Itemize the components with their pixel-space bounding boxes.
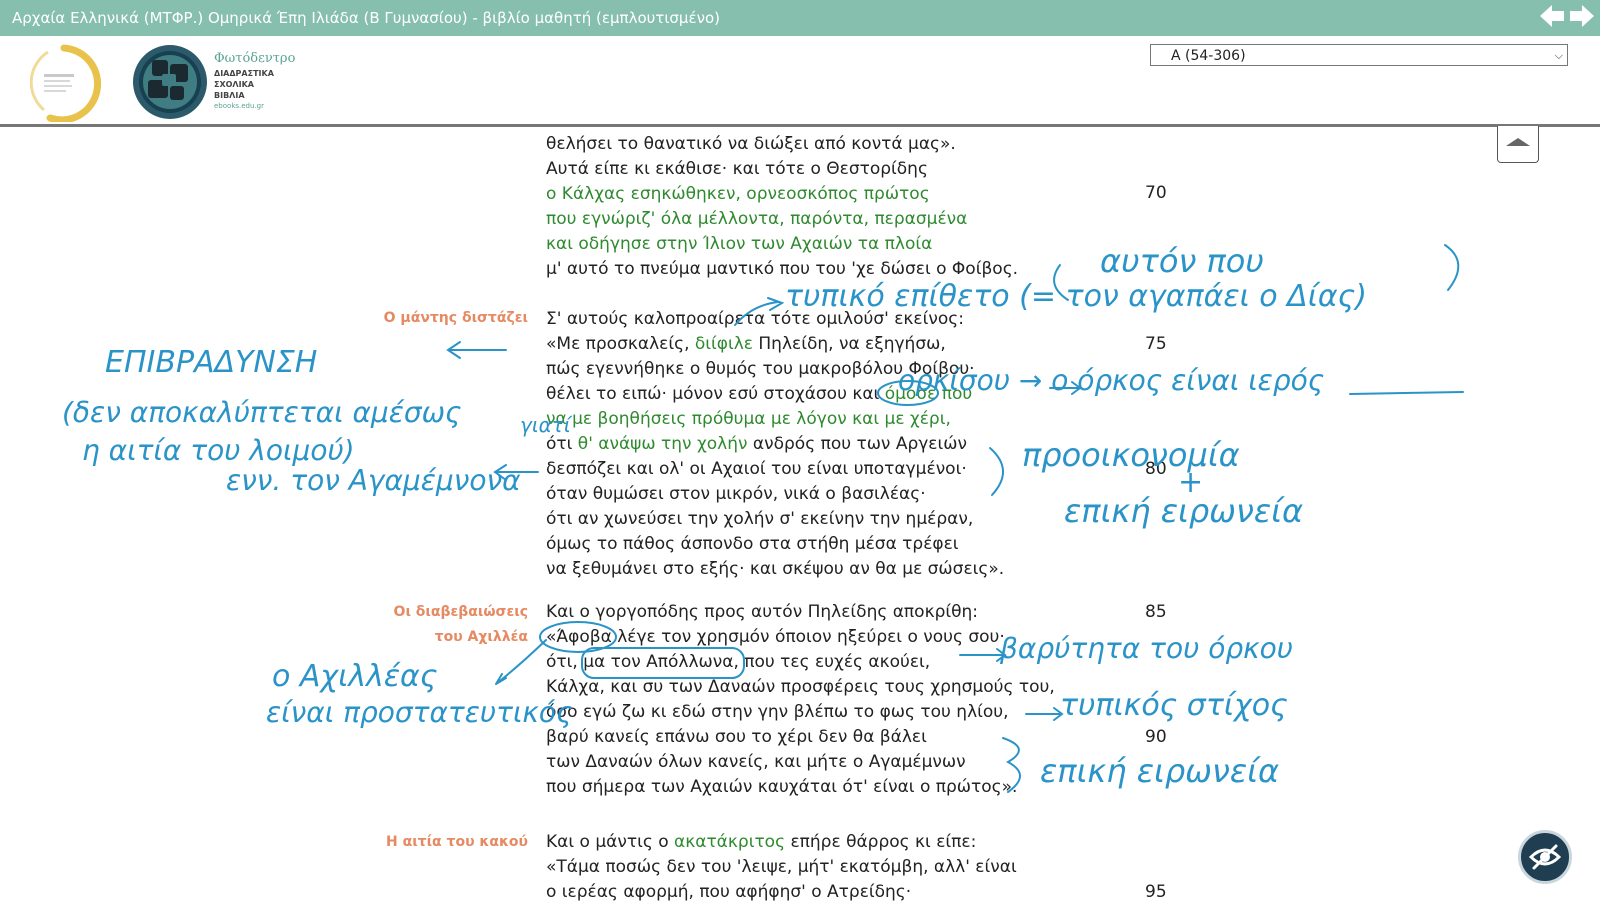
note-text: η αιτία του λοιμού) — [82, 434, 355, 467]
line-number: 80 — [1145, 459, 1167, 479]
verse-line: ο Κάλχας εσηκώθηκεν, ορνεοσκόπος πρώτος — [546, 184, 930, 204]
title-bar: Αρχαία Ελληνικά (ΜΤΦΡ.) Ομηρικά Έπη Ιλιά… — [0, 0, 1600, 36]
paren-stroke — [1053, 264, 1069, 301]
note-text: ο Αχιλλέας — [272, 659, 437, 694]
glossary-term[interactable]: θ' ανάψω την χολήν — [578, 434, 748, 454]
note-text: βαρύτητα του όρκου — [999, 632, 1293, 665]
glossary-term[interactable]: όμοσε που — [885, 384, 972, 404]
brand-url: ebooks.edu.gr — [214, 102, 264, 110]
header: Φωτόδεντρο ΔΙΑΔΡΑΣΤΙΚΑ ΣΧΟΛΙΚΑ ΒΙΒΛΙΑ eb… — [0, 36, 1600, 127]
glossary-term[interactable]: διίφιλε — [695, 334, 753, 354]
verse-line: και οδήγησε στην Ίλιον των Αχαιών τα πλο… — [546, 234, 933, 254]
brand-subtitle: ΔΙΑΔΡΑΣΤΙΚΑ ΣΧΟΛΙΚΑ ΒΙΒΛΙΑ — [214, 68, 295, 101]
side-heading: Οι διαβεβαιώσεις — [393, 604, 528, 620]
verse-line: όσο εγώ ζω κι εδώ στην γην βλέπω το φως … — [546, 702, 1009, 722]
verse-line: μ' αυτό το πνεύμα μαντικό που του 'χε δώ… — [546, 259, 1019, 279]
arrow-stroke — [446, 341, 507, 359]
verse-text: Πηλείδη, να εξηγήσω, — [753, 334, 946, 354]
verse-line: βαρύ κανείς επάνω σου το χέρι δεν θα βάλ… — [546, 727, 927, 747]
note-text: (δεν αποκαλύπτεται αμέσως — [62, 396, 461, 429]
eye-slash-icon — [1528, 844, 1562, 870]
verse-line: θελήσει το θανατικό να διώξει από κοντά … — [546, 134, 956, 154]
verse-text: ότι — [546, 434, 578, 454]
note-text: επική ειρωνεία — [1064, 492, 1303, 530]
verse-line: Κάλχα, και συ των Δαναών προσφέρεις τους… — [546, 677, 1055, 697]
note-text: + — [1178, 465, 1203, 500]
verse-line: «Τάμα ποσώς δεν του 'λειψε, μήτ' εκατόμβ… — [546, 857, 1017, 877]
window-title: Αρχαία Ελληνικά (ΜΤΦΡ.) Ομηρικά Έπη Ιλιά… — [12, 9, 720, 27]
verse-line: που εγνώριζ' όλα μέλλοντα, παρόντα, περα… — [546, 209, 968, 229]
verse-line: πώς εγεννήθηκε ο θυμός του μακροβόλου Φο… — [546, 359, 975, 379]
section-select-value: Α (54-306) — [1171, 48, 1246, 64]
verse-line: δεσπόζει και ολ' οι Αχαιοί του είναι υπο… — [546, 459, 967, 479]
verse-line: ο ιερέας αφορμή, που αφήφησ' ο Ατρείδης· — [546, 882, 912, 902]
line-number: 75 — [1145, 334, 1167, 354]
line-number: 70 — [1145, 183, 1167, 203]
triangle-up-icon — [1506, 138, 1530, 146]
verse-line: των Δαναών όλων κανείς, και μήτε ο Αγαμέ… — [546, 752, 966, 772]
verse-line: Αυτά είπε κι εκάθισε· και τότε ο Θεστορί… — [546, 159, 928, 179]
arrow-stroke — [493, 464, 539, 481]
verse-line: Και ο μάντις ο ακατάκριτος επήρε θάρρος … — [546, 832, 976, 852]
note-text: ενν. τον Αγαμέμνονα — [226, 464, 521, 497]
verse-line: Και ο γοργοπόδης προς αυτόν Πηλείδης απο… — [546, 602, 979, 622]
brand-subtitle-line: ΣΧΟΛΙΚΑ — [214, 80, 254, 89]
underline-stroke — [1349, 391, 1464, 395]
glossary-term[interactable]: ακατάκριτος — [674, 832, 785, 852]
scroll-top-button[interactable] — [1497, 126, 1539, 163]
line-number: 95 — [1145, 882, 1167, 902]
verse-text: επήρε θάρρος κι είπε: — [785, 832, 977, 852]
arrow-stroke — [1049, 381, 1082, 395]
brand-name: Φωτόδεντρο — [214, 51, 296, 66]
side-heading: Η αιτία του κακού — [385, 834, 528, 850]
verse-line: ότι αν χωνεύσει την χολήν σ' εκείνην την… — [546, 509, 974, 529]
note-text: ΕΠΙΒΡΑΔΥΝΣΗ — [105, 345, 317, 380]
arrow-right-icon[interactable] — [1568, 3, 1596, 29]
note-text: επική ειρωνεία — [1040, 752, 1279, 790]
verse-text: «Με προσκαλείς, — [546, 334, 695, 354]
note-text: αυτόν που — [1100, 242, 1264, 280]
ministry-logo-icon — [30, 44, 102, 122]
line-number: 85 — [1145, 602, 1167, 622]
brand-subtitle-line: ΒΙΒΛΙΑ — [214, 91, 245, 100]
note-text: προοικονομία — [1022, 436, 1240, 474]
section-select[interactable]: Α (54-306) ⌵ — [1150, 44, 1568, 66]
paren-stroke — [1444, 244, 1460, 291]
line-number: 90 — [1145, 727, 1167, 747]
verse-text: Και ο μάντις ο — [546, 832, 675, 852]
verse-text: θέλει το ειπώ· μόνον εσύ στοχάσου και — [546, 384, 885, 404]
verse-line: που σήμερα των Αχαιών καυχάται ότ' είναι… — [546, 777, 1018, 797]
verse-line: θέλει το ειπώ· μόνον εσύ στοχάσου και όμ… — [546, 384, 972, 404]
verse-line: να με βοηθήσεις πρόθυμα με λόγον και με … — [546, 409, 951, 429]
verse-text: ανδρός που των Αργειών — [747, 434, 967, 454]
brace-stroke — [989, 447, 1004, 496]
verse-line: «Άφοβα λέγε τον χρησμόν όποιον ηξεύρει ο… — [546, 627, 1005, 647]
brand: Φωτόδεντρο ΔΙΑΔΡΑΣΤΙΚΑ ΣΧΟΛΙΚΑ ΒΙΒΛΙΑ eb… — [214, 51, 295, 110]
verse-line: όμως το πάθος άσπονδο στα στήθη μέσα τρέ… — [546, 534, 959, 554]
chevron-down-icon: ⌵ — [1554, 49, 1563, 62]
arrow-left-icon[interactable] — [1538, 3, 1566, 29]
photodentro-logo-icon — [133, 45, 207, 119]
verse-line: «Με προσκαλείς, διίφιλε Πηλείδη, να εξηγ… — [546, 334, 946, 354]
note-text: τυπικός στίχος — [1060, 688, 1288, 723]
verse-line: ότι, μα τον Απόλλωνα, που τες ευχές ακού… — [546, 652, 931, 672]
arrow-stroke — [495, 639, 547, 685]
verse-line: Σ' αυτούς καλοπροαίρετα τότε ομιλούσ' εκ… — [546, 309, 964, 329]
note-text: είναι προστατευτικός — [266, 696, 573, 729]
side-heading: του Αχιλλέα — [434, 629, 528, 645]
toggle-annotations-button[interactable] — [1518, 830, 1572, 884]
side-heading: Ο μάντης διστάζει — [383, 310, 528, 326]
verse-line: όταν θυμώσει στον μικρόν, νικά ο βασιλέα… — [546, 484, 926, 504]
brand-subtitle-line: ΔΙΑΔΡΑΣΤΙΚΑ — [214, 69, 274, 78]
verse-line: να ξεθυμάνει στο εξής· και σκέψου αν θα … — [546, 559, 1005, 579]
arrow-stroke — [959, 648, 1007, 662]
arrow-stroke — [1025, 707, 1064, 721]
verse-line: ότι θ' ανάψω την χολήν ανδρός που των Αρ… — [546, 434, 967, 454]
